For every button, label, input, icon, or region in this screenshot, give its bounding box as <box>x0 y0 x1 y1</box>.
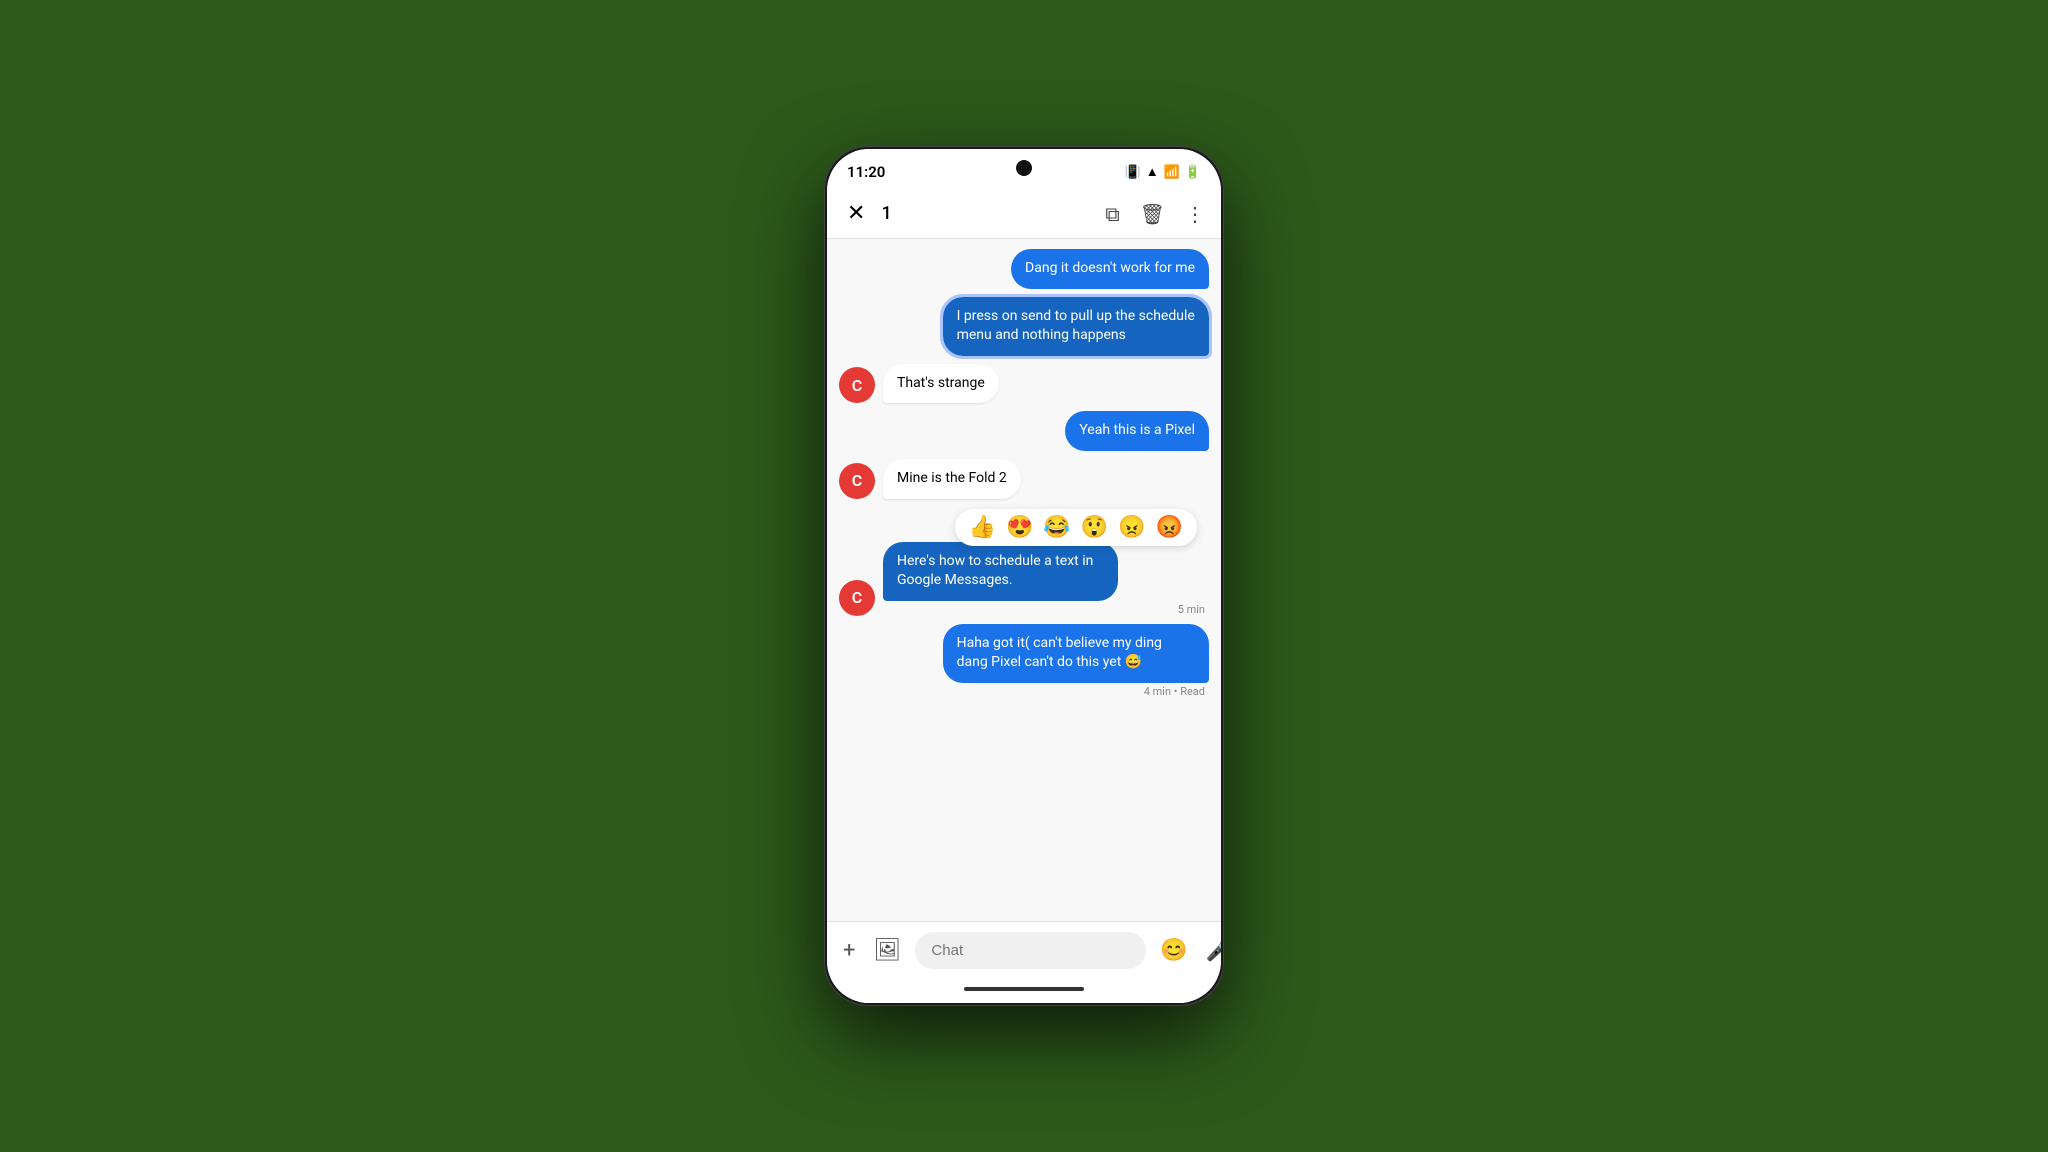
chat-area: Dang it doesn't work for me I press on s… <box>827 239 1221 921</box>
wifi-icon: ▲ <box>1146 164 1159 180</box>
message-row: Yeah this is a Pixel <box>839 411 1209 451</box>
signal-icon: 📶 <box>1164 165 1180 180</box>
message-row: C That's strange <box>839 364 1209 404</box>
delete-button[interactable]: 🗑 <box>1140 202 1165 226</box>
reaction-angry[interactable]: 😠 <box>1118 515 1145 540</box>
emoji-button[interactable]: 😊 <box>1156 934 1191 967</box>
status-time: 11:20 <box>847 163 885 181</box>
message-row: Haha got it( can't believe my ding dang … <box>839 624 1209 698</box>
status-icons: 📳 ▲ 📶 🔋 <box>1125 164 1201 180</box>
reaction-thumbsup[interactable]: 👍 <box>969 515 996 540</box>
message-bubble[interactable]: Here's how to schedule a text in Google … <box>883 542 1118 601</box>
message-bubble[interactable]: Mine is the Fold 2 <box>883 459 1021 499</box>
battery-icon: 🔋 <box>1185 165 1201 180</box>
message-row: C Mine is the Fold 2 <box>839 459 1209 499</box>
copy-button[interactable]: ⧉ <box>1105 202 1119 226</box>
more-button[interactable]: ⋮ <box>1185 202 1205 226</box>
add-button[interactable]: + <box>839 934 859 967</box>
avatar: C <box>839 580 875 616</box>
message-bubble[interactable]: Dang it doesn't work for me <box>1011 249 1209 289</box>
avatar: C <box>839 367 875 403</box>
vibrate-icon: 📳 <box>1125 165 1141 180</box>
message-row: Dang it doesn't work for me <box>839 249 1209 289</box>
message-row: C Here's how to schedule a text in Googl… <box>839 542 1209 616</box>
reaction-heart-eyes[interactable]: 😍 <box>1006 515 1033 540</box>
home-bar <box>964 987 1084 991</box>
action-bar: ✕ 1 ⧉ 🗑 ⋮ <box>827 189 1221 239</box>
message-timestamp: 5 min <box>883 603 1205 616</box>
camera-notch <box>1016 160 1032 176</box>
image-button[interactable]: 🖼 <box>869 934 905 967</box>
input-bar: + 🖼 😊 🎤 <box>827 921 1221 979</box>
phone-wrapper: 11:20 📳 ▲ 📶 🔋 ✕ 1 ⧉ 🗑 ⋮ <box>814 126 1234 1026</box>
reaction-wow[interactable]: 😲 <box>1081 515 1108 540</box>
message-bubble[interactable]: Haha got it( can't believe my ding dang … <box>943 624 1209 683</box>
phone-screen: 11:20 📳 ▲ 📶 🔋 ✕ 1 ⧉ 🗑 ⋮ <box>827 149 1221 1003</box>
home-indicator <box>827 979 1221 1003</box>
message-row-selected: I press on send to pull up the schedule … <box>839 297 1209 356</box>
message-timestamp: 4 min • Read <box>1144 685 1205 698</box>
reaction-bar: 👍 😍 😂 😲 😠 😡 <box>955 509 1197 546</box>
message-bubble-selected[interactable]: I press on send to pull up the schedule … <box>943 297 1209 356</box>
phone-frame: 11:20 📳 ▲ 📶 🔋 ✕ 1 ⧉ 🗑 ⋮ <box>824 146 1224 1006</box>
message-bubble[interactable]: Yeah this is a Pixel <box>1065 411 1209 451</box>
avatar: C <box>839 463 875 499</box>
message-bubble[interactable]: That's strange <box>883 364 999 404</box>
action-bar-icons: ⧉ 🗑 ⋮ <box>1105 202 1205 226</box>
reaction-rage[interactable]: 😡 <box>1156 515 1183 540</box>
close-button[interactable]: ✕ <box>843 197 869 230</box>
reaction-laugh[interactable]: 😂 <box>1043 515 1070 540</box>
mic-button[interactable]: 🎤 <box>1202 934 1221 967</box>
selected-count: 1 <box>881 203 1093 224</box>
chat-input[interactable] <box>915 932 1146 969</box>
